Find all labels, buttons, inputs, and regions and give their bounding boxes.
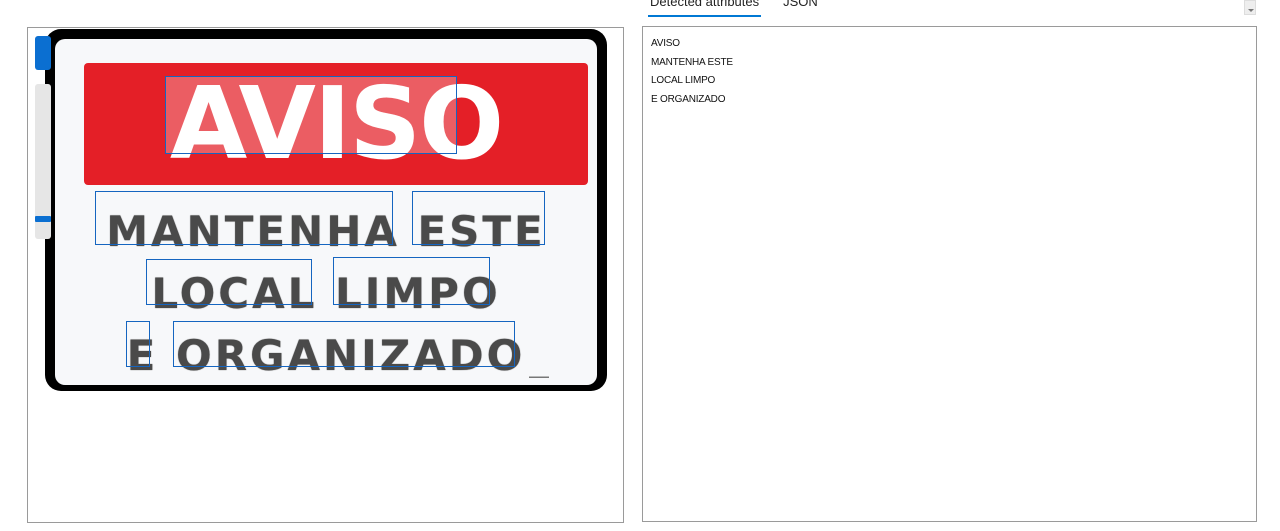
results-tabs: Detected attributes JSON [648,0,820,17]
word-bounding-box[interactable] [165,76,457,154]
tab-detected-attributes[interactable]: Detected attributes [648,0,762,17]
list-item: LOCAL LIMPO [651,75,716,86]
word-bounding-box[interactable] [126,321,150,367]
list-item: AVISO [651,38,680,49]
zoom-slider-thumb[interactable] [35,216,51,222]
list-item: E ORGANIZADO [651,93,726,105]
chevron-down-icon [1248,9,1254,12]
zoom-control-button[interactable] [35,36,51,70]
word-bounding-box[interactable] [146,259,312,305]
tab-json[interactable]: JSON [781,0,820,16]
sign-line-2: LOCAL LIMPO [151,269,501,318]
detected-attributes-panel: AVISO MANTENHA ESTE LOCAL LIMPO E ORGANI… [642,26,1257,522]
scroll-down-button[interactable] [1244,0,1256,15]
list-item: MANTENHA ESTE [651,56,733,68]
word-bounding-box[interactable] [95,191,393,245]
word-bounding-box[interactable] [333,257,490,305]
manufacturer-mark: ▬▬▬▬ [529,374,549,380]
word-bounding-box[interactable] [412,191,545,245]
image-preview-panel: AVISO MANTENHA ESTE LOCAL LIMPO E ORGANI… [27,27,624,523]
detected-text-list: AVISO MANTENHA ESTE LOCAL LIMPO E ORGANI… [643,27,1256,109]
zoom-slider[interactable] [35,84,51,239]
word-bounding-box[interactable] [173,321,515,367]
